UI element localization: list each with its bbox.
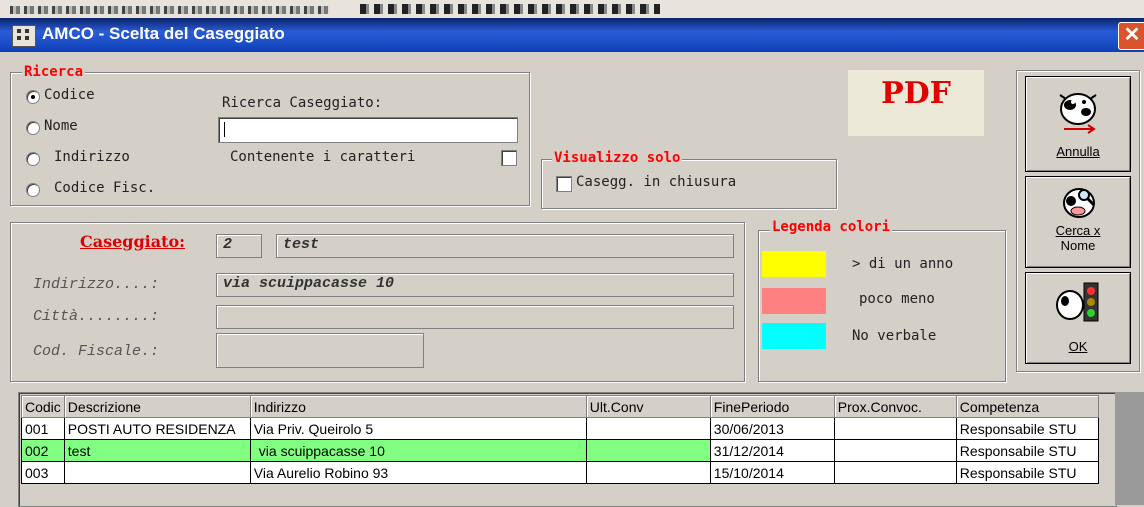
table-cell: Responsabile STU: [955, 439, 1099, 462]
table-row[interactable]: 003 Via Aurelio Robino 93 15/10/2014 Res…: [21, 461, 1099, 484]
search-label: Ricerca Caseggiato:: [222, 95, 383, 111]
annulla-label: Annulla: [1026, 144, 1130, 159]
column-header[interactable]: Ult.Conv: [585, 395, 711, 418]
table-cell: [833, 461, 957, 484]
cf-field: [216, 333, 424, 368]
radio-codice-fisc-label: Codice Fisc.: [54, 180, 156, 196]
table-cell: [585, 417, 711, 440]
codice-value: 2: [223, 236, 233, 253]
ricerca-legend: Ricerca: [22, 64, 86, 80]
table-row[interactable]: 001 POSTI AUTO RESIDENZA Via Priv. Queir…: [21, 417, 1099, 440]
close-button[interactable]: ✕: [1118, 22, 1144, 50]
cow-search-icon: [1063, 188, 1096, 218]
chiusura-checkbox[interactable]: [556, 176, 572, 192]
nome-value: test: [283, 236, 320, 253]
annulla-button[interactable]: Annulla: [1025, 76, 1131, 172]
table-cell: Responsabile STU: [955, 461, 1099, 484]
table-header: Codic Descrizione Indirizzo Ult.Conv Fin…: [21, 395, 1099, 418]
cow-traffic-light-icon: [1056, 282, 1099, 322]
table-cell: 003: [21, 461, 65, 484]
legend-label-pink: poco meno: [859, 291, 935, 307]
table-cell: [585, 461, 711, 484]
cf-label: Cod. Fiscale.:: [33, 343, 160, 360]
citta-label: Città........:: [33, 308, 160, 325]
legend-label-cyan: No verbale: [852, 328, 937, 344]
building-icon: [12, 25, 36, 47]
ok-button[interactable]: OK: [1025, 272, 1131, 364]
table-cell: 15/10/2014: [709, 461, 835, 484]
table-cell: 001: [21, 417, 65, 440]
background-window-strip: [10, 6, 330, 14]
table-cell: via scuippacasse 10: [249, 439, 587, 462]
contains-checkbox[interactable]: [501, 150, 517, 166]
table-cell: 002: [21, 439, 65, 462]
table-cell: 30/06/2013: [709, 417, 835, 440]
table-cell: Via Priv. Queirolo 5: [249, 417, 587, 440]
table-cell: POSTI AUTO RESIDENZA: [63, 417, 251, 440]
window-title: AMCO - Scelta del Caseggiato: [42, 24, 285, 43]
legend-swatch-cyan: [762, 323, 826, 349]
radio-nome[interactable]: [26, 121, 40, 135]
caseggiati-table: Codic Descrizione Indirizzo Ult.Conv Fin…: [18, 392, 1117, 507]
nome-field: test: [276, 234, 734, 258]
radio-indirizzo[interactable]: [26, 152, 40, 166]
indirizzo-label: Indirizzo....:: [33, 276, 160, 293]
legenda-legend: Legenda colori: [770, 219, 893, 235]
table-cell: test: [63, 439, 251, 462]
table-cell: 31/12/2014: [709, 439, 835, 462]
legend-label-yellow: > di un anno: [852, 256, 954, 272]
cerca-label-line1: Cerca x: [1055, 223, 1101, 238]
cerca-label-line2: Nome: [1060, 238, 1096, 253]
search-input[interactable]: [218, 117, 518, 143]
annulla-label-text: Annulla: [1056, 144, 1100, 159]
visualizzo-legend: Visualizzo solo: [552, 150, 683, 166]
radio-codice-fisc[interactable]: [26, 183, 40, 197]
contains-label: Contenente i caratteri: [230, 149, 416, 165]
cow-cancel-icon: [1059, 93, 1097, 134]
vertical-scrollbar[interactable]: [1115, 392, 1144, 505]
text-cursor: [224, 122, 225, 137]
column-header[interactable]: Codic: [21, 395, 65, 418]
legend-swatch-yellow: [762, 251, 826, 277]
column-header[interactable]: Indirizzo: [249, 395, 587, 418]
column-header[interactable]: Prox.Convoc.: [833, 395, 957, 418]
radio-codice-label: Codice: [44, 87, 95, 103]
table-row-selected[interactable]: 002 test via scuippacasse 10 31/12/2014 …: [21, 439, 1099, 462]
indirizzo-value: via scuippacasse 10: [223, 275, 395, 292]
radio-codice[interactable]: [26, 90, 40, 104]
table-cell: Via Aurelio Robino 93: [249, 461, 587, 484]
codice-field: 2: [216, 234, 262, 258]
cerca-nome-label: Cerca x Nome: [1026, 223, 1130, 253]
background-window-strip: [360, 4, 660, 14]
radio-indirizzo-label: Indirizzo: [54, 149, 130, 165]
ok-label-text: OK: [1068, 339, 1088, 354]
radio-nome-label: Nome: [44, 118, 78, 134]
column-header[interactable]: Competenza: [955, 395, 1099, 418]
table-cell: [63, 461, 251, 484]
indirizzo-field: via scuippacasse 10: [216, 273, 734, 297]
table-cell: [833, 439, 957, 462]
column-header[interactable]: Descrizione: [63, 395, 251, 418]
caseggiato-label: Caseggiato:: [80, 232, 186, 251]
ok-label: OK: [1026, 339, 1130, 354]
table-cell: Responsabile STU: [955, 417, 1099, 440]
chiusura-label: Casegg. in chiusura: [576, 174, 737, 190]
table-cell: [585, 439, 711, 462]
column-header[interactable]: FinePeriodo: [709, 395, 835, 418]
legend-swatch-pink: [762, 288, 826, 314]
citta-field: [216, 305, 734, 329]
cerca-nome-button[interactable]: Cerca x Nome: [1025, 176, 1131, 268]
pdf-label: PDF: [881, 76, 951, 111]
table-cell: [833, 417, 957, 440]
